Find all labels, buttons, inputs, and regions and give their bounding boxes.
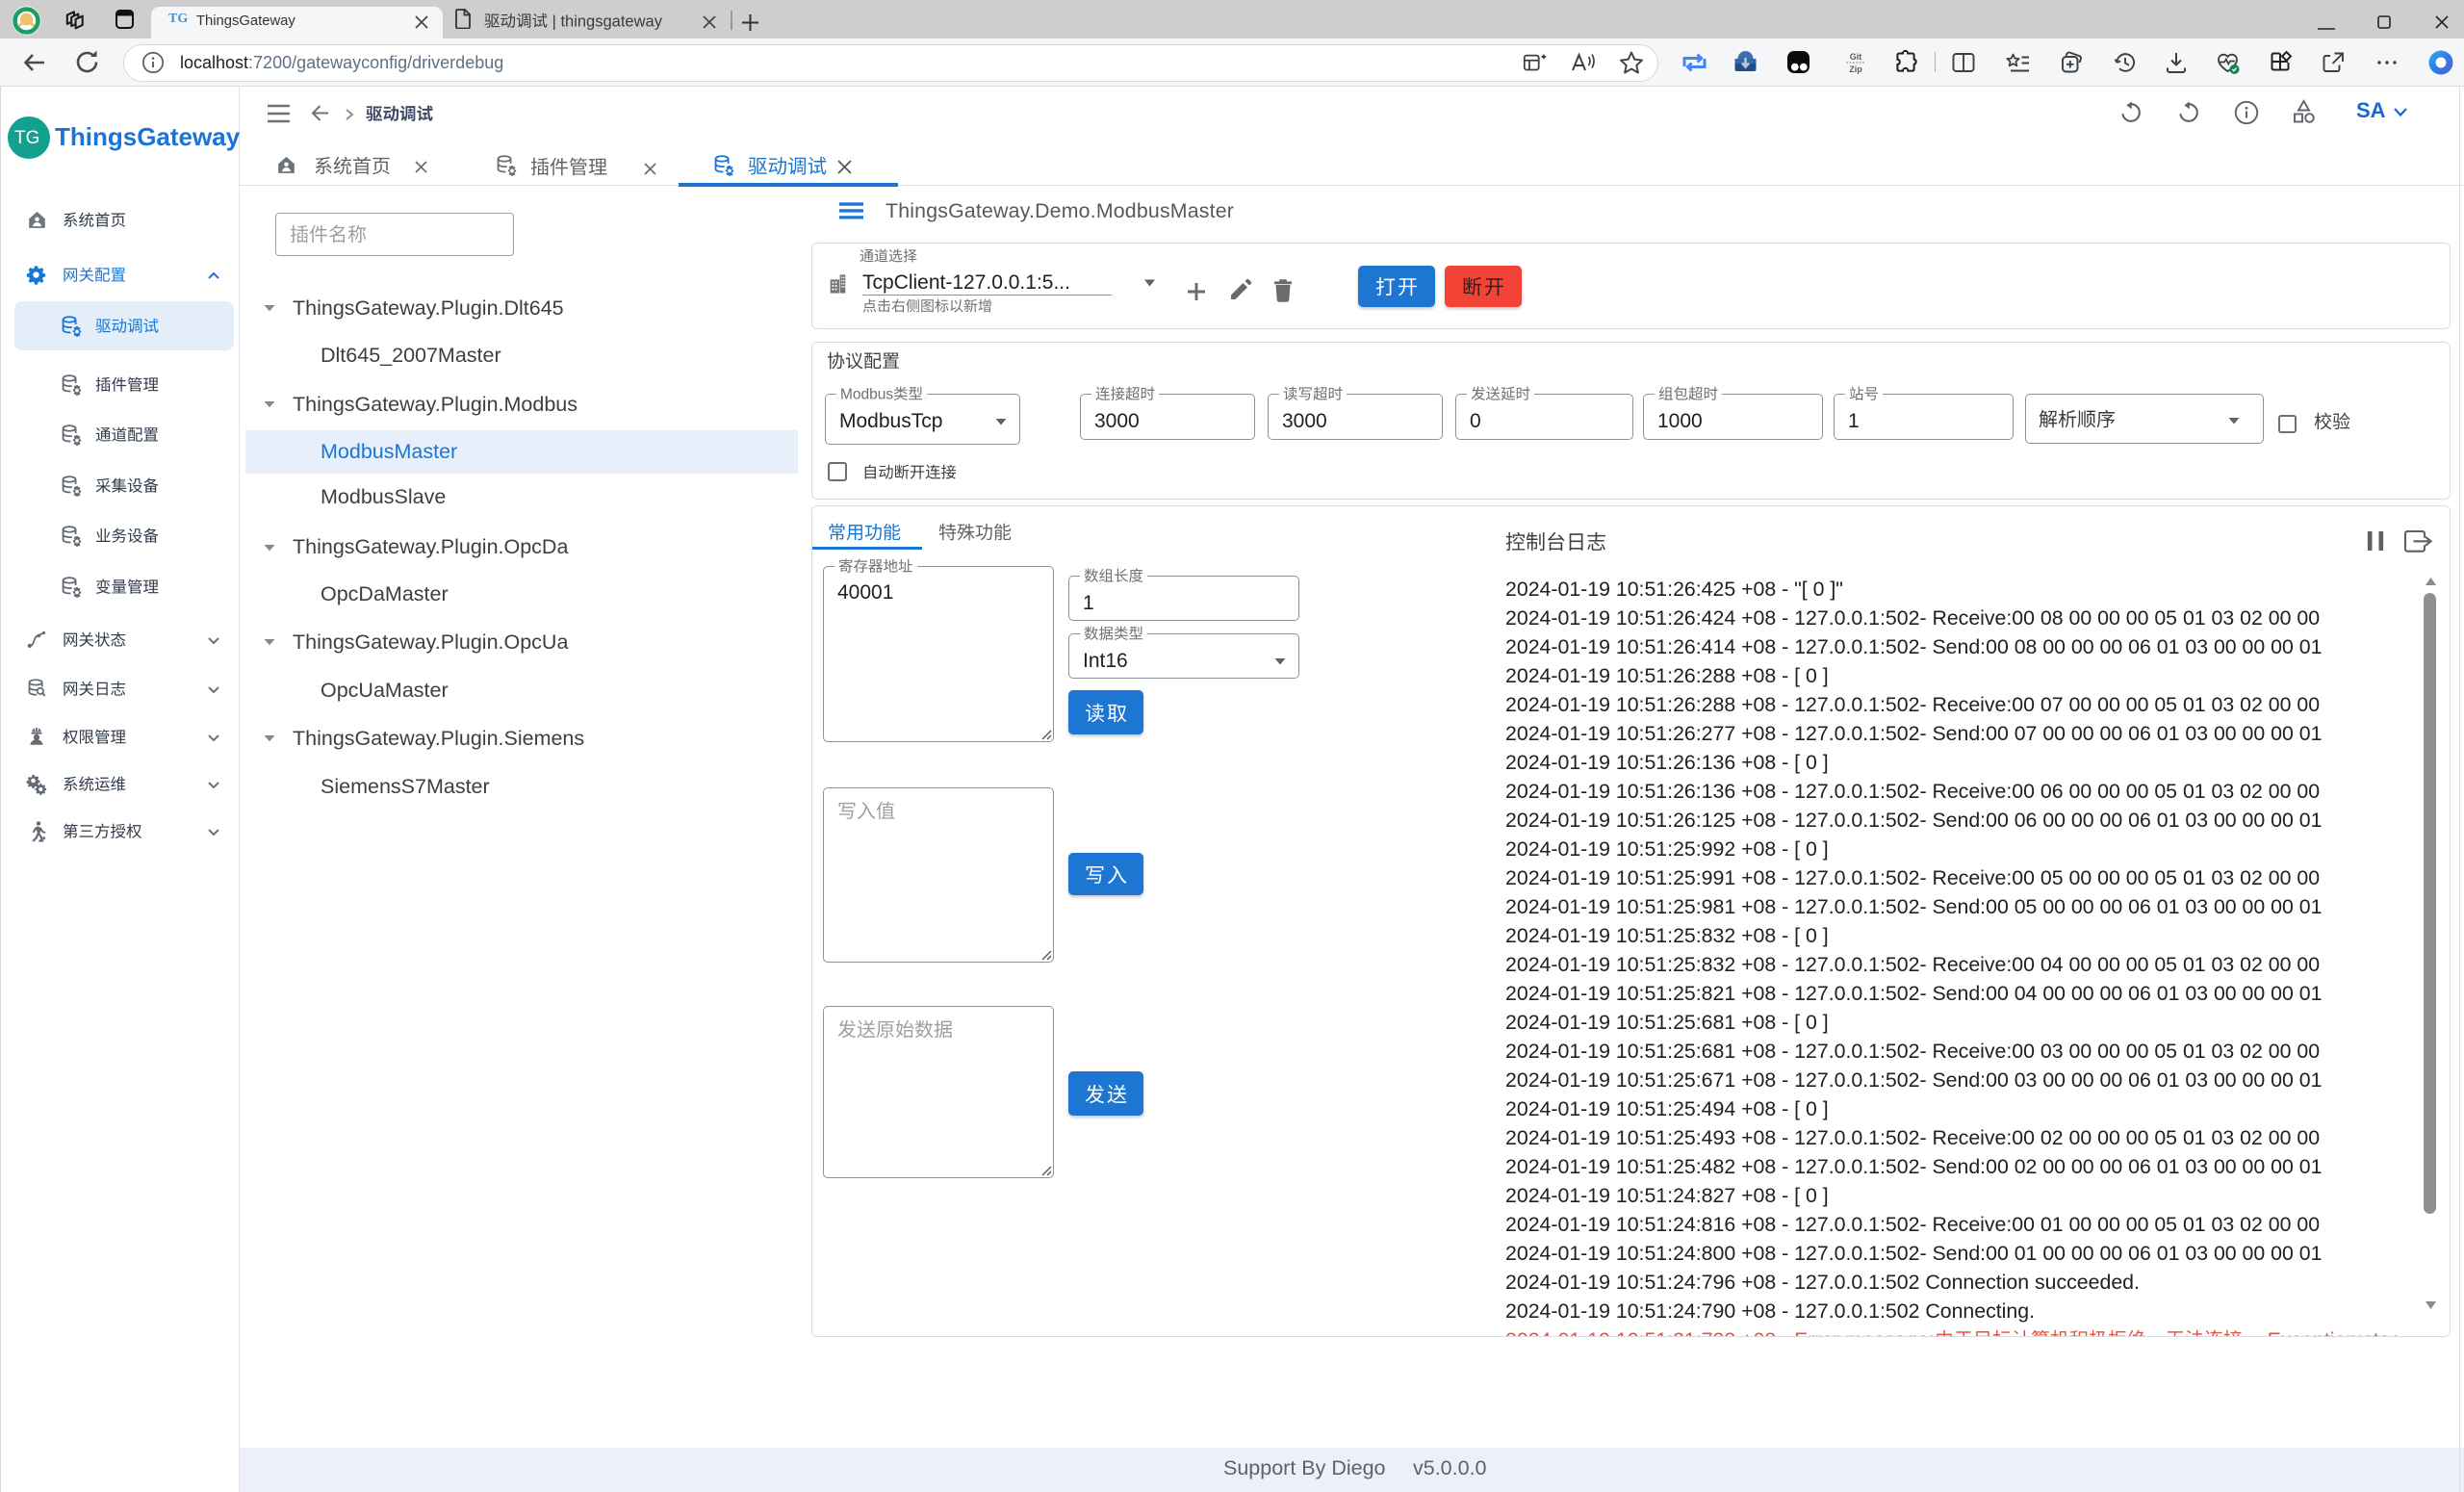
svg-text:Zip: Zip [1849,64,1862,74]
svg-text:Git: Git [1850,52,1862,62]
